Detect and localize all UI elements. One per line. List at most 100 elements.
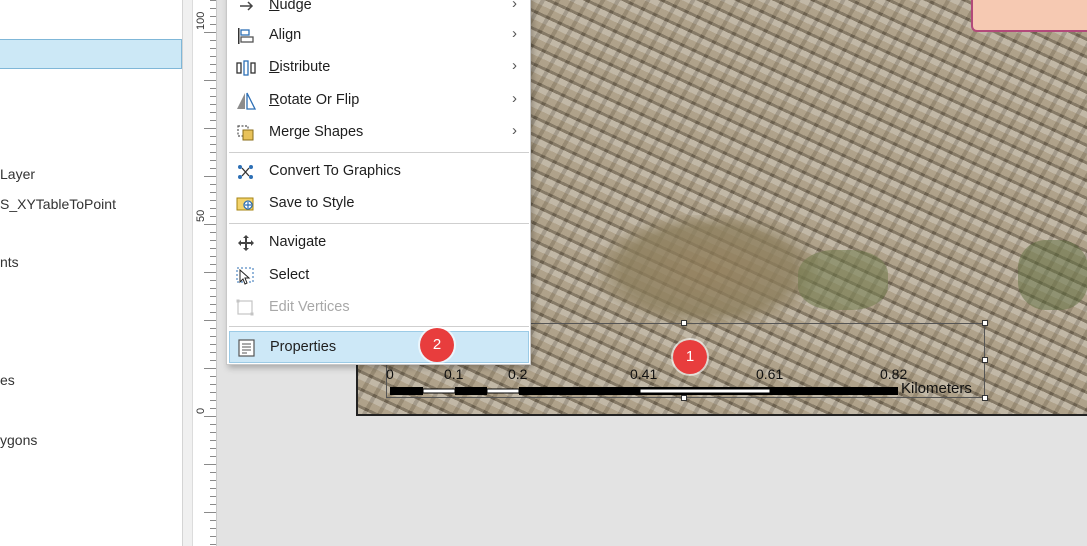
menu-item-save-to-style[interactable]: Save to Style [229,188,529,219]
ruler-tick [210,184,216,185]
menu-item-navigate[interactable]: Navigate [229,227,529,258]
contents-item-xytable-to-point[interactable]: S_XYTableToPoint [0,196,116,212]
contents-item-layer[interactable]: Layer [0,166,35,182]
map-vegetation [798,250,888,310]
menu-item-properties[interactable]: Properties [229,331,529,363]
ruler-tick [210,16,216,17]
ruler-tick [204,320,216,321]
ruler-tick [204,368,216,369]
selection-handle[interactable] [982,395,988,401]
ruler-tick [210,88,216,89]
contents-selected-item[interactable] [0,39,182,69]
ruler-tick [210,144,216,145]
ruler-tick [210,216,216,217]
ruler-tick [210,304,216,305]
ruler-tick [210,296,216,297]
ruler-tick [210,544,216,545]
ruler-tick [210,488,216,489]
ruler-tick [210,40,216,41]
ruler-tick [210,456,216,457]
contents-scrollbar[interactable] [183,0,193,546]
chevron-right-icon: › [512,0,517,12]
ruler-tick [210,352,216,353]
ruler-tick [210,328,216,329]
ruler-tick [204,128,216,129]
menu-item-label: Properties [270,339,337,355]
align-icon [236,27,256,45]
selection-handle[interactable] [982,357,988,363]
scale-label-0-41: 0.41 [630,366,658,382]
ruler-tick [210,344,216,345]
ruler-tick [210,280,216,281]
map-polygon-feature [971,0,1087,32]
ruler-tick [210,208,216,209]
ruler-tick [210,504,216,505]
ruler-tick [210,448,216,449]
context-menu: Nudge › Align › Distribute › Rotate Or F… [226,0,531,365]
menu-item-rotate-flip[interactable]: Rotate Or Flip › [229,85,529,116]
ruler-tick [210,248,216,249]
ruler-label-100: 100 [195,11,207,30]
ruler-tick [210,168,216,169]
ruler-tick [210,136,216,137]
menu-item-label: Align [269,27,302,43]
menu-item-edit-vertices: Edit Vertices [229,292,529,323]
menu-item-align[interactable]: Align › [229,20,529,51]
selection-handle[interactable] [681,320,687,326]
ruler-tick [210,72,216,73]
ruler-tick [210,104,216,105]
ruler-tick [210,384,216,385]
menu-item-convert-to-graphics[interactable]: Convert To Graphics [229,156,529,187]
contents-item-lines[interactable]: es [0,372,15,388]
ruler-tick [204,176,216,177]
menu-item-label: Merge Shapes [269,124,364,140]
ruler-tick [210,256,216,257]
menu-item-label: Navigate [269,234,327,250]
menu-item-merge-shapes[interactable]: Merge Shapes › [229,117,529,148]
chevron-right-icon: › [512,90,517,107]
ruler-tick [210,192,216,193]
ruler-tick [210,400,216,401]
scale-label-0-2: 0.2 [508,366,528,382]
menu-item-label: Distribute [269,59,331,75]
ruler-tick [210,120,216,121]
ruler-tick [210,496,216,497]
ruler-tick [210,408,216,409]
select-icon [236,267,256,285]
selection-handle[interactable] [982,320,988,326]
ruler-tick [204,32,216,33]
ruler-tick [210,376,216,377]
menu-separator [229,223,529,224]
contents-item-points[interactable]: nts [0,254,19,270]
ruler-tick [204,224,216,225]
menu-item-label: Edit Vertices [269,299,350,315]
ruler-tick [210,312,216,313]
edit-vertices-icon [236,299,256,317]
contents-item-polygons[interactable]: ygons [0,432,37,448]
menu-item-label: Save to Style [269,195,355,211]
vertical-ruler: 100 50 0 [193,0,217,546]
rotate-flip-icon [236,92,257,110]
ruler-tick [210,0,216,1]
ruler-tick [210,520,216,521]
ruler-tick [210,24,216,25]
scale-label-0-1: 0.1 [444,366,464,382]
save-style-icon [236,195,256,213]
menu-item-distribute[interactable]: Distribute › [229,52,529,83]
ruler-tick [210,472,216,473]
merge-shapes-icon [236,124,256,142]
ruler-tick [210,288,216,289]
selection-handle[interactable] [681,395,687,401]
menu-item-select[interactable]: Select [229,260,529,291]
ruler-tick [210,200,216,201]
ruler-tick [210,480,216,481]
ruler-label-0: 0 [195,407,207,414]
navigate-icon [236,234,256,252]
ruler-tick [210,112,216,113]
properties-icon [237,339,257,357]
map-field-area [598,215,818,325]
ruler-tick [210,432,216,433]
ruler-tick [204,416,216,417]
menu-item-nudge[interactable]: Nudge › [229,0,529,21]
menu-separator [229,152,529,153]
